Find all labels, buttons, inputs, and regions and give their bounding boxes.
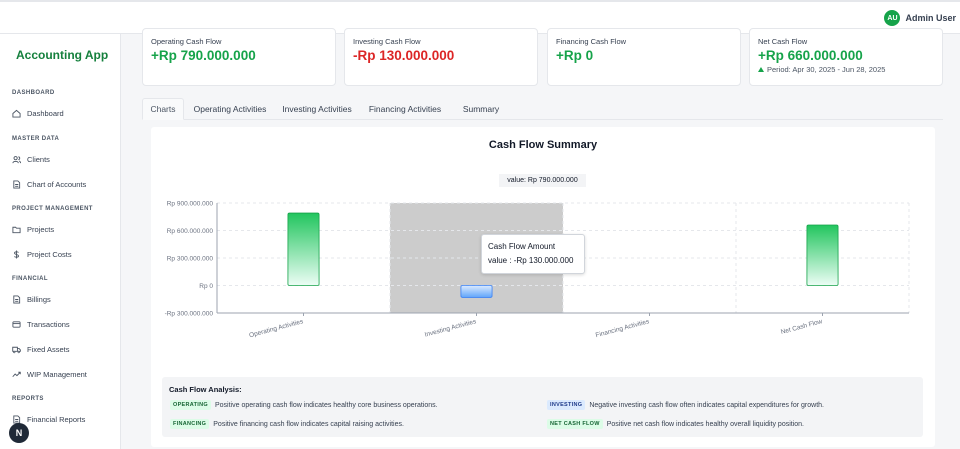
card-value: +Rp 0 [556,48,594,63]
app-brand[interactable]: Accounting App [16,48,108,62]
tooltip-title: Cash Flow Amount [488,242,556,251]
x-tick-label: Financing Activities [595,318,651,339]
section-dashboard: DASHBOARD [12,90,55,96]
analysis-item-operating: OPERATING Positive operating cash flow i… [170,400,438,410]
card-label: Financing Cash Flow [556,37,627,46]
tab-summary[interactable]: Summary [456,98,506,120]
card-value: +Rp 660.000.000 [758,48,863,63]
y-tick-label: Rp 0 [199,283,213,290]
chart-panel: Cash Flow Summary value: Rp 790.000.000 … [151,127,935,447]
card-investing-cash-flow: Investing Cash Flow -Rp 130.000.000 [344,28,538,86]
operating-badge: OPERATING [170,400,211,410]
sidebar-item-label: Transactions [27,320,70,329]
chart-tooltip: Cash Flow Amount value : -Rp 130.000.000 [481,234,585,274]
sidebar-item-label: Billings [27,295,51,304]
analysis-item-financing: FINANCING Positive financing cash flow i… [170,419,404,429]
card-label: Operating Cash Flow [151,37,222,46]
folder-icon [12,226,21,234]
investing-badge: INVESTING [547,400,586,410]
floating-n-button[interactable]: N [9,423,29,443]
sidebar-item-label: Projects [27,225,55,234]
period-row: Period: Apr 30, 2025 - Jun 28, 2025 [758,65,885,74]
tab-financing-activities[interactable]: Financing Activities [364,98,446,120]
x-tick-label: Investing Activities [424,318,478,339]
document-icon [13,295,21,304]
document-icon [13,180,21,189]
sidebar-item-label: Financial Reports [27,415,86,424]
period-text: Period: Apr 30, 2025 - Jun 28, 2025 [767,65,886,74]
y-tick-label: Rp 600.000.000 [167,228,214,235]
sidebar-item-project-costs[interactable]: Project Costs [12,250,72,259]
card-net-cash-flow: Net Cash Flow +Rp 660.000.000 Period: Ap… [749,28,943,86]
net-cash-flow-badge: NET CASH FLOW [547,419,603,429]
section-project-management: PROJECT MANAGEMENT [12,206,93,212]
sidebar-item-chart-of-accounts[interactable]: Chart of Accounts [12,180,86,189]
home-icon [12,109,21,118]
analysis-item-investing: INVESTING Negative investing cash flow o… [547,400,824,410]
analysis-text: Negative investing cash flow often indic… [589,401,824,409]
card-financing-cash-flow: Financing Cash Flow +Rp 0 [547,28,741,86]
sidebar-item-label: Project Costs [27,250,72,259]
sidebar-item-label: Fixed Assets [27,345,70,354]
section-reports: REPORTS [12,396,44,402]
top-divider [0,0,960,2]
truck-icon [12,346,21,354]
sidebar-item-transactions[interactable]: Transactions [12,320,70,329]
section-master-data: MASTER DATA [12,136,60,142]
analysis-text: Positive operating cash flow indicates h… [215,401,438,409]
trend-up-icon [758,67,764,72]
user-name[interactable]: Admin User [905,13,956,23]
sidebar-item-projects[interactable]: Projects [12,225,54,234]
card-operating-cash-flow: Operating Cash Flow +Rp 790.000.000 [142,28,336,86]
x-tick-label: Operating Activities [248,318,304,339]
analysis-title: Cash Flow Analysis: [169,385,242,394]
tab-charts[interactable]: Charts [142,98,184,120]
sidebar-item-financial-reports[interactable]: Financial Reports [12,415,85,424]
chart-legend[interactable]: value: Rp 790.000.000 [499,174,586,187]
user-menu[interactable]: AU Admin User [884,10,956,26]
tooltip-value: value : -Rp 130.000.000 [488,256,574,265]
financing-badge: FINANCING [170,419,210,429]
tab-operating-activities[interactable]: Operating Activities [188,98,272,120]
analysis-text: Positive net cash flow indicates healthy… [606,420,805,428]
sidebar-item-label: Chart of Accounts [27,180,87,189]
chart-title: Cash Flow Summary [488,139,598,151]
bar-investing-activities [460,285,493,298]
sidebar-item-wip-management[interactable]: WIP Management [12,370,87,379]
y-tick-label: -Rp 300.000.000 [165,311,214,318]
chart-line-icon [12,371,21,378]
sidebar: Accounting App DASHBOARD Dashboard MASTE… [0,34,121,449]
card-label: Investing Cash Flow [353,37,421,46]
tab-bar: Charts Operating Activities Investing Ac… [142,98,943,120]
card-label: Net Cash Flow [758,37,808,46]
sidebar-item-label: Clients [27,155,50,164]
sidebar-item-clients[interactable]: Clients [12,155,50,164]
card-value: -Rp 130.000.000 [353,48,455,63]
y-tick-label: Rp 900.000.000 [167,201,214,208]
analysis-text: Positive financing cash flow indicates c… [213,420,404,428]
card-value: +Rp 790.000.000 [151,48,256,63]
tab-investing-activities[interactable]: Investing Activities [276,98,358,120]
sidebar-item-billings[interactable]: Billings [12,295,51,304]
sidebar-item-label: WIP Management [27,370,87,379]
users-icon [12,156,21,164]
sidebar-item-label: Dashboard [27,109,64,118]
bar-operating-activities [287,212,320,286]
sidebar-item-dashboard[interactable]: Dashboard [12,109,64,118]
y-tick-label: Rp 300.000.000 [167,256,214,263]
bar-net-cash-flow [806,224,839,286]
analysis-item-net-cash-flow: NET CASH FLOW Positive net cash flow ind… [547,419,804,429]
avatar[interactable]: AU [884,10,901,26]
dollar-icon [13,250,19,259]
card-icon [12,321,21,328]
section-financial: FINANCIAL [12,276,48,282]
x-tick-label: Net Cash Flow [780,318,823,336]
cash-flow-analysis: Cash Flow Analysis: OPERATING Positive o… [162,377,923,437]
sidebar-item-fixed-assets[interactable]: Fixed Assets [12,345,70,354]
